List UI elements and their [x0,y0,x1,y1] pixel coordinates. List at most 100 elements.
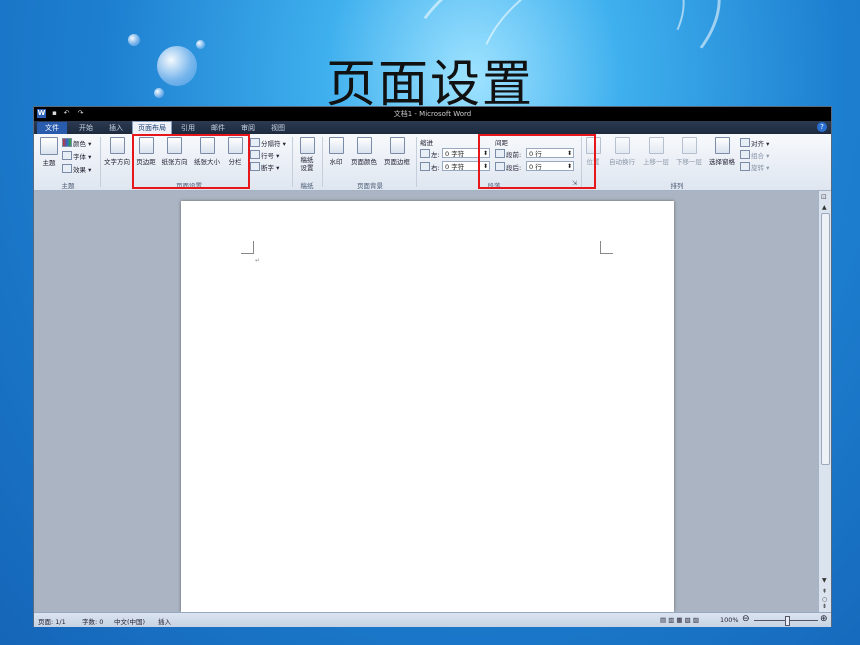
effects-icon [62,164,72,173]
indent-right-value: 0 字符 [445,163,465,171]
separator [100,137,101,187]
page-borders-button[interactable]: 页面边框 [381,137,413,166]
colors-button[interactable]: 颜色 ▾ [62,138,91,148]
separator [292,137,293,187]
align-button[interactable]: 对齐 ▾ [740,138,769,148]
scroll-up-icon[interactable]: ▲ [822,204,827,211]
send-backward-label: 下移一层 [676,158,702,166]
line-numbers-button[interactable]: 行号 ▾ [250,150,279,160]
tab-mailings[interactable]: 邮件 [204,122,232,134]
line-numbers-icon [250,150,260,159]
indent-left-value: 0 字符 [445,150,465,158]
effects-label: 效果 [73,166,86,174]
scroll-down-icon[interactable]: ▼ [822,577,827,584]
watermark-label: 水印 [329,158,343,166]
draft-paper-button[interactable]: 稿纸设置 [294,137,320,172]
wrap-text-label: 自动换行 [609,158,635,166]
zoom-out-icon[interactable]: ⊖ [742,614,750,624]
vertical-scrollbar[interactable]: ⊡ ▲ ▼ ⇞ ○ ⇟ [818,191,831,612]
ribbon-tabs: 文件 开始 插入 页面布局 引用 邮件 审阅 视图 ? [34,121,831,134]
group-label-draft: 稿纸 [300,182,314,190]
status-language[interactable]: 中文(中国) [114,616,145,626]
page-color-label: 页面颜色 [351,158,377,166]
status-mode[interactable]: 插入 [158,616,171,626]
zoom-level[interactable]: 100% [720,616,739,624]
group-label-arrange: 排列 [670,182,684,190]
themes-button[interactable]: 主题 [38,137,60,167]
align-label: 对齐 [751,140,764,148]
wrap-text-button[interactable]: 自动换行 [605,137,639,166]
indent-right-label: 右: [420,162,440,172]
group-objects-label: 组合 [751,152,764,160]
indent-left-icon [420,149,430,158]
zoom-in-icon[interactable]: ⊕ [820,614,828,624]
page-borders-icon [389,137,405,154]
indent-right-text: 右: [431,164,440,172]
selection-pane-button[interactable]: 选择窗格 [706,137,738,166]
align-icon [740,138,750,147]
ribbon: 主题 颜色 ▾ 字体 ▾ 效果 ▾ 主题 文字方向 页边距 纸张方向 纸张大小 … [34,134,831,191]
text-direction-label: 文字方向 [104,158,130,166]
bring-forward-label: 上移一层 [643,158,669,166]
hyphenation-label: 断字 [261,164,274,172]
hyphenation-icon [250,162,260,171]
text-direction-icon [109,137,125,154]
status-bar: 页面: 1/1 字数: 0 中文(中国) 插入 ▤ ▥ ▦ ▧ ▨ 100% ⊖… [34,612,831,627]
group-label-themes: 主题 [61,182,75,190]
selection-pane-label: 选择窗格 [709,158,735,166]
tab-view[interactable]: 视图 [264,122,292,134]
draft-paper-label: 稿纸设置 [300,156,314,172]
fonts-button[interactable]: 字体 ▾ [62,151,91,161]
next-page-icon[interactable]: ⇟ [822,603,827,610]
watermark-button[interactable]: 水印 [325,137,347,166]
status-words[interactable]: 字数: 0 [82,616,103,626]
tab-insert[interactable]: 插入 [102,122,130,134]
tab-references[interactable]: 引用 [174,122,202,134]
zoom-slider-thumb[interactable] [785,616,790,626]
separator [416,137,417,187]
document-page[interactable]: ↵ [181,201,674,612]
send-backward-button[interactable]: 下移一层 [673,137,705,166]
help-icon[interactable]: ? [817,122,827,132]
fonts-label: 字体 [73,153,86,161]
scroll-thumb[interactable] [821,213,830,465]
highlight-box-spacing [478,134,596,189]
tab-home[interactable]: 开始 [72,122,100,134]
hyphenation-button[interactable]: 断字 ▾ [250,162,279,172]
selection-pane-icon [714,137,730,154]
themes-label: 主题 [42,159,56,167]
group-objects-icon [740,150,750,159]
wrap-text-icon [614,137,630,154]
prev-page-icon[interactable]: ⇞ [822,588,827,595]
page-borders-label: 页面边框 [384,158,410,166]
highlight-box-page-setup [132,134,250,189]
group-label-page-background: 页面背景 [357,182,383,190]
watermark-icon [328,137,344,154]
page-color-button[interactable]: 页面颜色 [348,137,380,166]
bring-forward-icon [648,137,664,154]
margin-corner-top-right [600,241,613,254]
bring-forward-button[interactable]: 上移一层 [640,137,672,166]
page-color-icon [356,137,372,154]
ruler-toggle-icon[interactable]: ⊡ [821,193,827,201]
view-buttons[interactable]: ▤ ▥ ▦ ▧ ▨ [660,616,699,624]
line-numbers-label: 行号 [261,152,274,160]
tab-review[interactable]: 审阅 [234,122,262,134]
send-backward-icon [681,137,697,154]
browse-object-icon[interactable]: ○ [822,596,827,603]
breaks-button[interactable]: 分隔符 ▾ [250,138,286,148]
status-page[interactable]: 页面: 1/1 [38,616,66,626]
tab-page-layout[interactable]: 页面布局 [132,121,172,134]
colors-icon [62,138,72,147]
rotate-button[interactable]: 旋转 ▾ [740,162,769,172]
rotate-label: 旋转 [751,164,764,172]
group-objects-button[interactable]: 组合 ▾ [740,150,769,160]
indent-left-text: 左: [431,151,440,159]
indent-right-icon [420,162,430,171]
text-direction-button[interactable]: 文字方向 [102,137,132,166]
separator [322,137,323,187]
title-bar: W ▪ ↶ ↷ 文档1 - Microsoft Word [34,107,831,121]
breaks-icon [250,138,260,147]
tab-file[interactable]: 文件 [37,122,67,134]
effects-button[interactable]: 效果 ▾ [62,164,91,174]
